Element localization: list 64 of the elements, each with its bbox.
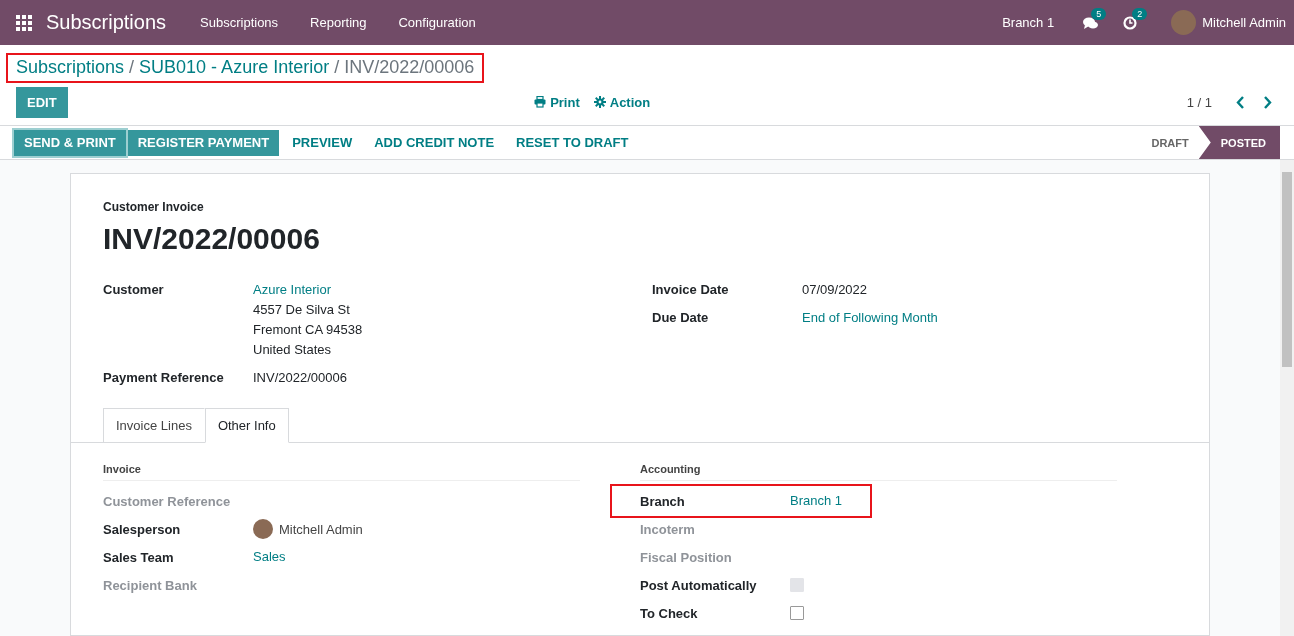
action-button[interactable]: REGISTER PAYMENT <box>127 129 280 156</box>
menu-item[interactable]: Subscriptions <box>184 15 295 30</box>
field-label: Incoterm <box>640 521 696 537</box>
edit-button[interactable]: EDIT <box>16 86 68 118</box>
chevron-right-icon <box>1263 95 1272 109</box>
count-badge: 5 <box>1091 7 1107 20</box>
field-label: Fiscal Position <box>640 549 733 565</box>
printer-icon <box>534 96 547 108</box>
field-label: Customer Reference <box>103 493 232 509</box>
breadcrumb-link[interactable]: Subscriptions <box>16 57 125 78</box>
salesperson-link[interactable]: Mitchell Admin <box>253 519 363 539</box>
breadcrumb-separator: / <box>334 57 340 78</box>
document-type: Customer Invoice <box>103 200 205 214</box>
breadcrumb-current: INV/2022/00006 <box>344 57 475 78</box>
section-title: Accounting <box>640 463 1117 481</box>
field-value: Fremont CA 94538 <box>253 321 363 339</box>
status-stage[interactable]: POSTED <box>1198 126 1280 159</box>
field-label: Recipient Bank <box>103 577 198 593</box>
field-label: Due Date <box>652 309 710 327</box>
scrollbar[interactable] <box>1280 160 1294 636</box>
menu-item[interactable]: Reporting <box>294 15 383 30</box>
breadcrumb-link[interactable]: SUB010 - Azure Interior <box>139 57 330 78</box>
user-menu[interactable]: Mitchell Admin <box>1171 10 1286 35</box>
field-link[interactable]: End of Following Month <box>802 308 938 328</box>
field-value: 07/09/2022 <box>802 281 868 299</box>
app-name[interactable]: Subscriptions <box>46 11 167 34</box>
action-button[interactable]: RESET TO DRAFT <box>505 127 640 158</box>
action-button[interactable]: ADD CREDIT NOTE <box>363 127 506 158</box>
field-link[interactable]: Azure Interior <box>253 280 363 300</box>
field-value: United States <box>253 341 333 359</box>
chat-icon <box>1082 15 1100 30</box>
field-value: 4557 De Silva St <box>253 301 351 319</box>
avatar-placeholder <box>253 519 273 539</box>
gear-icon <box>593 96 606 108</box>
action-button[interactable]: Action <box>593 94 651 110</box>
field-label: To Check <box>640 605 699 621</box>
branch-switcher[interactable]: Branch 1 <box>986 15 1071 30</box>
invoice-number: INV/2022/00006 <box>103 222 321 256</box>
field-value: INV/2022/00006 <box>253 369 347 387</box>
field-link[interactable]: Branch 1 <box>790 491 843 511</box>
field-label: Payment Reference <box>103 369 225 387</box>
checkbox[interactable] <box>790 606 804 620</box>
clock-icon <box>1123 15 1138 30</box>
field-label: Customer <box>103 281 165 299</box>
menu-item[interactable]: Configuration <box>382 15 492 30</box>
avatar-placeholder <box>1171 10 1197 35</box>
count-badge: 2 <box>1132 7 1148 20</box>
action-button[interactable]: SEND & PRINT <box>14 129 126 156</box>
field-label: Invoice Date <box>652 281 730 299</box>
pager-value: 1 / 1 <box>1186 94 1212 110</box>
tab[interactable]: Other Info <box>204 408 289 443</box>
field-label: Salesperson <box>103 521 182 537</box>
field-label: Sales Team <box>103 549 175 565</box>
tab[interactable]: Invoice Lines <box>103 408 205 443</box>
chevron-left-icon <box>1236 95 1245 109</box>
breadcrumb-separator: / <box>129 57 135 78</box>
field-link[interactable]: Sales <box>253 547 286 567</box>
status-stage[interactable]: DRAFT <box>1133 126 1199 159</box>
field-label: Branch <box>640 493 686 509</box>
action-button[interactable]: PREVIEW <box>281 127 364 158</box>
print-button[interactable]: Print <box>534 94 580 110</box>
field-label: Post Automatically <box>640 577 758 593</box>
grid-icon <box>16 14 32 31</box>
section-title: Invoice <box>103 463 580 481</box>
